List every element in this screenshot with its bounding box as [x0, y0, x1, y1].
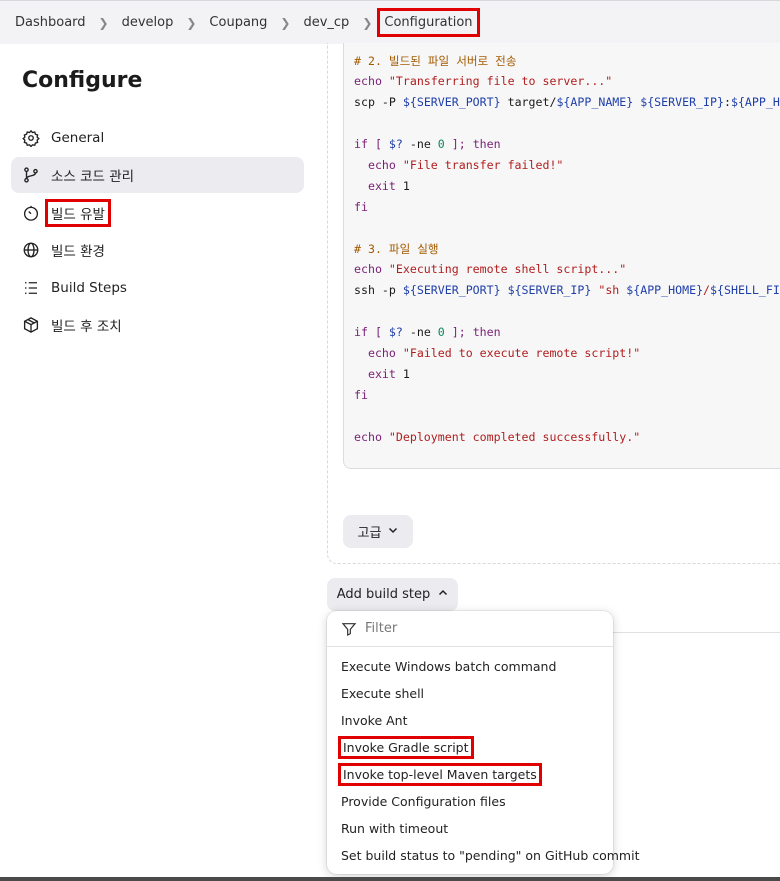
sidebar-item-build-environment[interactable]: 빌드 환경 [11, 232, 304, 268]
sidebar-item-source-code[interactable]: 소스 코드 관리 [11, 157, 304, 193]
menu-item-execute-windows-batch[interactable]: Execute Windows batch command [341, 659, 556, 674]
code-line: # 2. 빌드된 파일 서버로 전송 [354, 54, 517, 68]
chevron-right-icon: ❯ [98, 15, 109, 30]
sidebar-item-general[interactable]: General [11, 120, 304, 156]
breadcrumb-develop[interactable]: develop [118, 15, 178, 30]
chevron-right-icon: ❯ [186, 15, 197, 30]
menu-item-provide-config-files[interactable]: Provide Configuration files [341, 794, 506, 809]
filter-input[interactable] [363, 620, 587, 637]
breadcrumb-dashboard[interactable]: Dashboard [11, 15, 90, 30]
add-build-step-button[interactable]: Add build step [327, 578, 458, 611]
chevron-down-icon [388, 524, 398, 539]
breadcrumb: Dashboard ❯ develop ❯ Coupang ❯ dev_cp ❯… [0, 0, 780, 44]
source-branch-icon [21, 165, 41, 185]
code-line: fi [354, 388, 368, 402]
code-line: echo "File transfer failed!" [367, 158, 564, 172]
breadcrumb-dev-cp[interactable]: dev_cp [299, 15, 353, 30]
gear-icon [21, 128, 41, 148]
advanced-button[interactable]: 고급 [343, 515, 413, 548]
filter-icon [341, 621, 357, 637]
breadcrumb-configuration[interactable]: Configuration [377, 8, 480, 37]
build-step-dropdown: Execute Windows batch command Execute sh… [327, 611, 639, 874]
timer-icon [21, 203, 41, 223]
code-line: echo "Executing remote shell script..." [354, 262, 627, 276]
shell-script-editor[interactable]: # 2. 빌드된 파일 서버로 전송 echo "Transferring fi… [343, 43, 780, 469]
sidebar-item-label: 빌드 환경 [51, 244, 105, 260]
sidebar-item-build-steps[interactable]: Build Steps [11, 270, 304, 306]
code-line: echo "Failed to execute remote script!" [367, 346, 641, 360]
code-line: echo "Deployment completed successfully.… [354, 430, 641, 444]
sidebar-item-post-build-actions[interactable]: 빌드 후 조치 [11, 307, 304, 343]
page-title: Configure [22, 68, 143, 93]
chevron-right-icon: ❯ [362, 15, 373, 30]
advanced-button-label: 고급 [357, 526, 382, 541]
sidebar-item-label: 빌드 유발 [45, 199, 111, 227]
sidebar-item-label: 빌드 후 조치 [51, 319, 122, 335]
menu-item-execute-shell[interactable]: Execute shell [341, 686, 424, 701]
code-line: exit 1 [367, 367, 410, 381]
code-line: fi [354, 200, 368, 214]
list-icon [21, 278, 41, 298]
menu-item-set-build-status[interactable]: Set build status to "pending" on GitHub … [341, 848, 639, 863]
code-line: scp -P ${SERVER_PORT} target/${APP_NAME}… [354, 95, 780, 109]
code-line: if [ $? -ne 0 ]; then [354, 137, 501, 151]
sidebar-item-label: 소스 코드 관리 [51, 169, 135, 185]
menu-item-invoke-gradle[interactable]: Invoke Gradle script [338, 736, 474, 759]
code-line: # 3. 파일 실행 [354, 242, 439, 256]
breadcrumb-coupang[interactable]: Coupang [205, 15, 271, 30]
sidebar-item-label: General [51, 130, 105, 146]
window-bottom-edge [0, 877, 780, 881]
sidebar-item-build-triggers[interactable]: 빌드 유발 [11, 195, 304, 231]
menu-item-invoke-maven[interactable]: Invoke top-level Maven targets [338, 763, 542, 786]
add-build-step-label: Add build step [336, 587, 431, 602]
menu-item-run-with-timeout[interactable]: Run with timeout [341, 821, 448, 836]
code-line: if [ $? -ne 0 ]; then [354, 325, 501, 339]
chevron-right-icon: ❯ [280, 15, 291, 30]
chevron-up-icon [438, 587, 448, 602]
sidebar-item-label: Build Steps [51, 280, 127, 296]
code-line: exit 1 [367, 179, 410, 193]
filter-row [327, 611, 613, 647]
menu-item-invoke-ant[interactable]: Invoke Ant [341, 713, 408, 728]
code-line: echo "Transferring file to server..." [354, 74, 613, 88]
package-icon [21, 315, 41, 335]
globe-icon [21, 240, 41, 260]
code-line: ssh -p ${SERVER_PORT} ${SERVER_IP} "sh $… [354, 283, 780, 297]
